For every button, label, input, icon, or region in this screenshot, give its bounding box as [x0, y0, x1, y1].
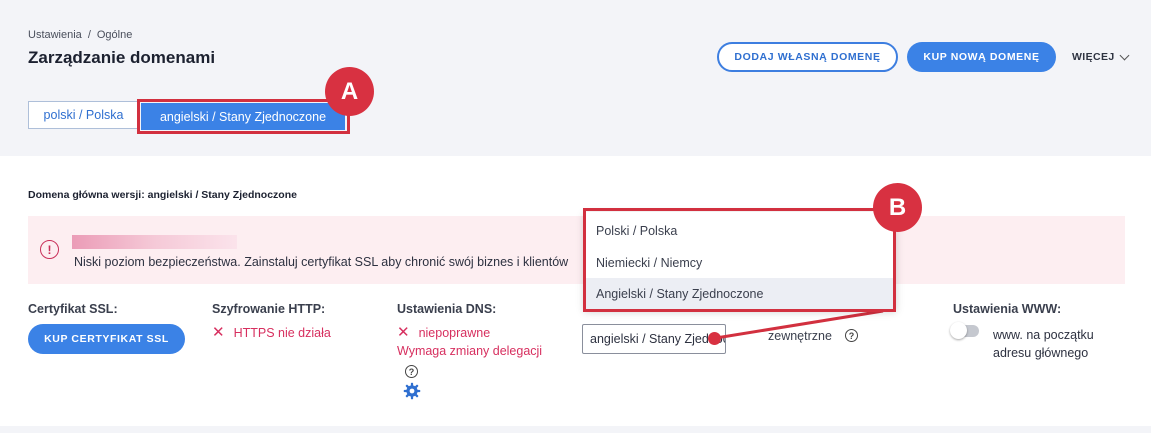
annotation-dot-b — [708, 332, 721, 345]
toggle-knob — [950, 322, 967, 339]
www-toggle-label: www. na początku adresu głównego — [993, 328, 1094, 360]
www-label: Ustawienia WWW: — [953, 302, 1062, 316]
external-dns-text: zewnętrzne — [768, 329, 832, 343]
annotation-badge-b: B — [873, 183, 922, 232]
highlight-frame-b — [583, 208, 896, 312]
help-icon[interactable]: ? — [845, 329, 858, 342]
annotation-connector — [715, 309, 884, 340]
www-toggle[interactable] — [950, 322, 979, 339]
